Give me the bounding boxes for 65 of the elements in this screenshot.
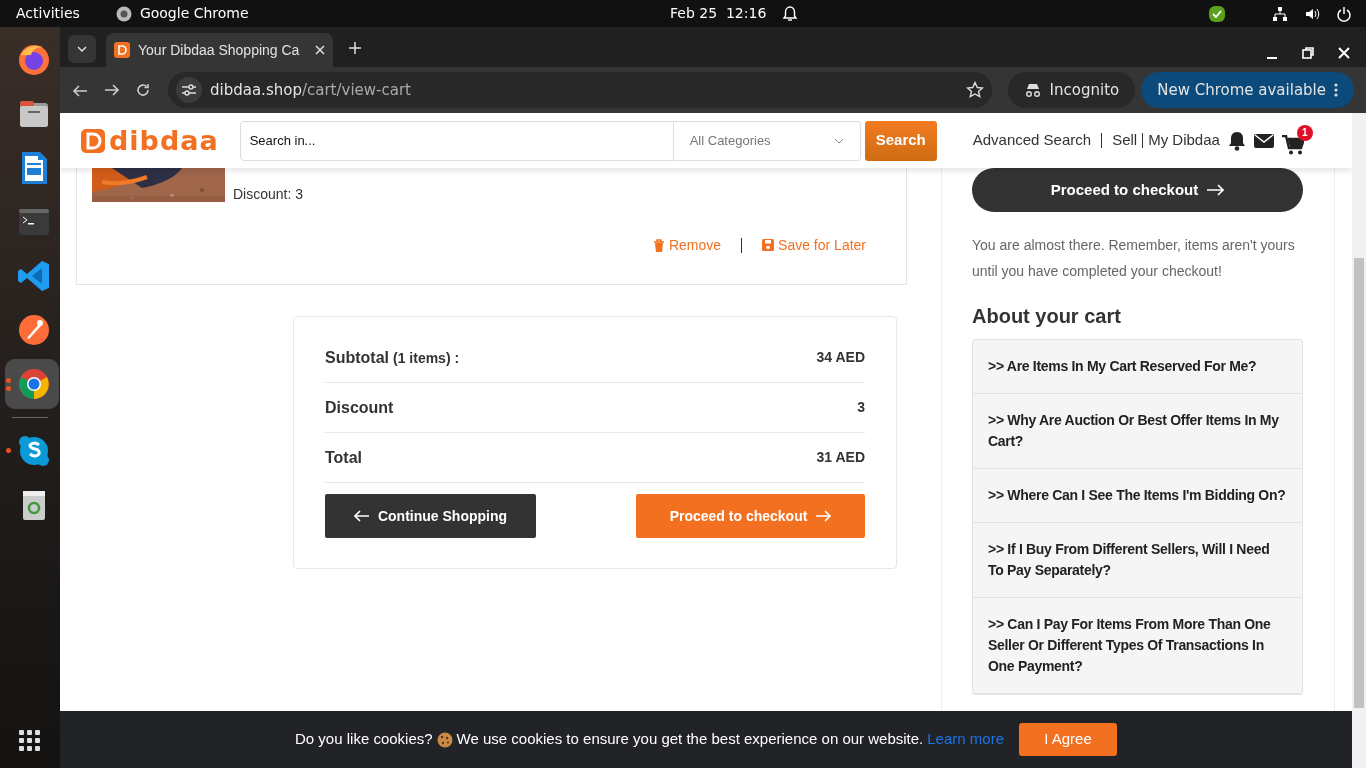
incognito-button[interactable]: Incognito — [1007, 72, 1136, 108]
continue-shopping-button[interactable]: Continue Shopping — [325, 494, 536, 538]
checkout-button[interactable]: Proceed to checkout — [972, 168, 1303, 212]
learn-more-link[interactable]: Learn more — [927, 728, 1004, 751]
shield-check-icon[interactable] — [1208, 4, 1226, 23]
arrow-right-icon — [1206, 184, 1225, 196]
item-count: (1 items) : — [393, 348, 460, 368]
chrome-icon — [115, 5, 132, 22]
new-tab-icon[interactable] — [349, 41, 362, 54]
summary-label: Discount — [325, 397, 394, 418]
bell-icon[interactable] — [1227, 130, 1246, 151]
clock[interactable]: Feb 25 12:16 — [670, 3, 767, 24]
bell-icon — [782, 4, 799, 23]
summary-label: Total — [325, 447, 363, 468]
cookie-text: We use cookies to ensure you get the best experience on our website. — [456, 729, 924, 750]
power-icon[interactable] — [1336, 5, 1352, 22]
search-field[interactable]: Search in... — [239, 120, 674, 161]
chevron-down-icon — [833, 137, 844, 144]
close-icon[interactable] — [315, 45, 326, 55]
faq-item[interactable]: >> If I Buy From Different Sellers, Will I Need To Pay Separately? — [973, 523, 1302, 598]
update-button[interactable]: New Chrome available — [1141, 72, 1354, 108]
dock-item[interactable] — [5, 359, 59, 409]
app-grid-icon[interactable] — [19, 729, 41, 752]
site-logo-icon — [114, 42, 130, 58]
header-link[interactable]: Advanced Search — [972, 129, 1092, 152]
header-link[interactable]: My Dibdaa — [1148, 129, 1220, 152]
section-heading: About your cart — [972, 304, 1122, 328]
cart-button[interactable]: 1 — [1281, 125, 1313, 156]
tab-list-button[interactable] — [68, 35, 96, 63]
checkout-note: You are almost there. Remember, items aren't yours until you have completed your checkout! — [972, 236, 1296, 281]
star-icon[interactable] — [965, 81, 984, 99]
cart-icon — [1281, 134, 1304, 155]
summary-value: 3 — [857, 398, 865, 417]
network-icon[interactable] — [1272, 5, 1288, 22]
summary-value: 34 AED — [816, 348, 865, 367]
chevron-down-icon — [77, 46, 87, 52]
trash-icon — [652, 238, 665, 253]
forward-icon[interactable] — [104, 83, 120, 97]
cookie-icon — [436, 732, 453, 749]
activities-button[interactable]: Activities — [16, 3, 80, 24]
browser-tab[interactable]: Your Dibdaa Shopping Ca — [106, 33, 334, 67]
discount-text: Discount: 3 — [233, 186, 304, 202]
back-icon[interactable] — [72, 83, 88, 98]
more-icon — [1334, 83, 1338, 97]
reload-icon[interactable] — [136, 83, 150, 97]
app-name[interactable]: Google Chrome — [139, 3, 249, 24]
arrow-right-icon — [815, 510, 832, 522]
arrow-left-icon — [353, 510, 370, 522]
envelope-icon[interactable] — [1253, 132, 1274, 149]
restore-icon[interactable] — [1302, 47, 1314, 59]
cookie-text: Do you like cookies? — [295, 729, 433, 750]
faq-item[interactable]: >> Where Can I See The Items I'm Bidding On? — [973, 469, 1302, 523]
incognito-icon — [1023, 83, 1042, 97]
header-link[interactable]: Sell — [1112, 129, 1138, 152]
site-settings-icon — [182, 84, 196, 96]
address-bar[interactable]: dibdaa.shop/cart/view-cart — [168, 72, 992, 108]
summary-value: 31 AED — [816, 448, 865, 467]
logo-mark-icon — [81, 128, 105, 153]
cart-count: 1 — [1296, 125, 1313, 141]
faq-item[interactable]: >> Are Items In My Cart Reserved For Me? — [973, 340, 1302, 394]
summary-label: Subtotal — [325, 347, 389, 368]
faq-item[interactable]: >> Can I Pay For Items From More Than One Seller Or Different Types Of Transactions In One Payment? — [973, 598, 1302, 694]
category-select[interactable]: All Categories — [673, 120, 861, 161]
faq-item[interactable]: >> Why Are Auction Or Best Offer Items In My Cart? — [973, 394, 1302, 469]
scrollbar[interactable] — [1352, 113, 1366, 768]
